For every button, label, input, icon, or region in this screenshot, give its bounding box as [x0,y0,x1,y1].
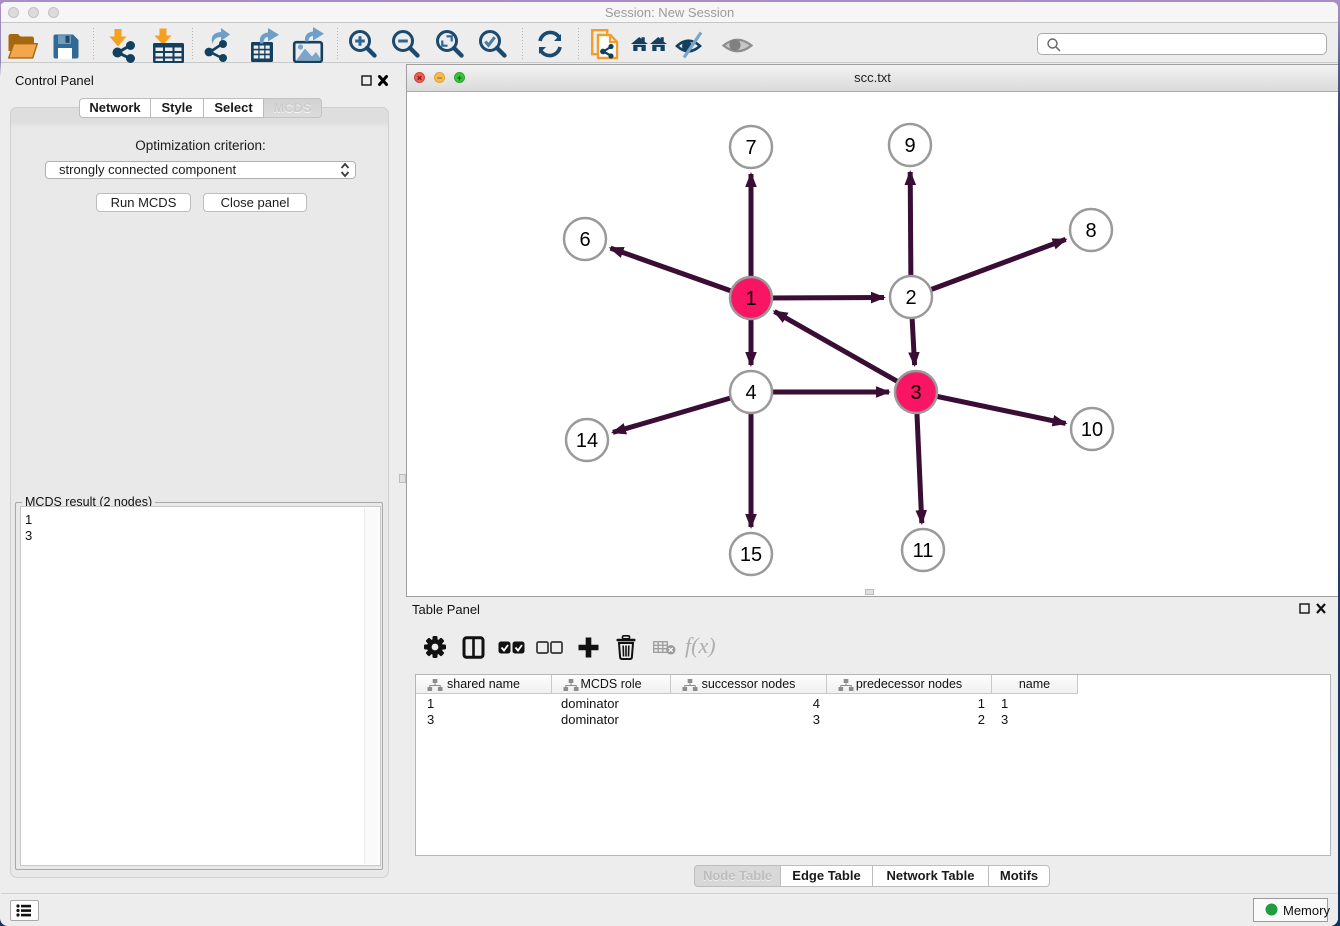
svg-text:7: 7 [745,137,756,159]
svg-text:4: 4 [745,382,756,404]
svg-text:2: 2 [905,287,916,309]
svg-text:15: 15 [740,544,762,566]
svg-text:9: 9 [904,135,915,157]
svg-text:11: 11 [913,540,934,562]
svg-text:6: 6 [579,229,590,251]
svg-text:3: 3 [910,382,921,404]
svg-text:10: 10 [1081,419,1103,441]
svg-text:14: 14 [576,430,598,452]
svg-text:1: 1 [745,288,756,310]
svg-text:8: 8 [1085,220,1096,242]
